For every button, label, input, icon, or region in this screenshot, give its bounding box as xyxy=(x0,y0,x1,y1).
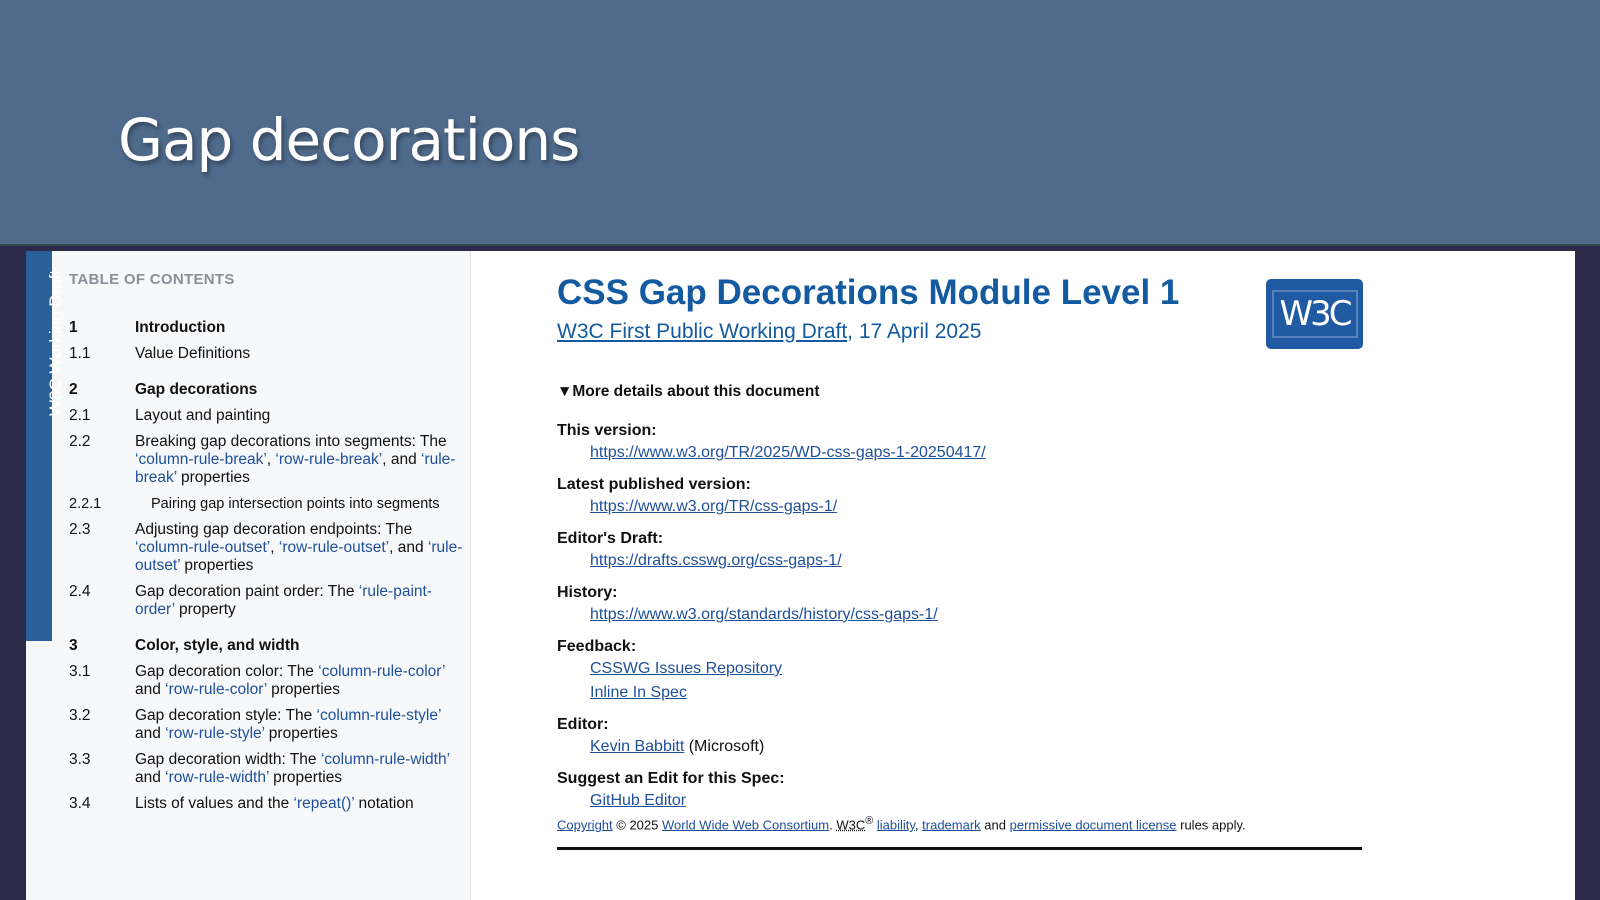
toc-entry[interactable]: 3.1 Gap decoration color: The ‘column-rul… xyxy=(69,663,464,699)
copyright-link[interactable]: Copyright xyxy=(557,817,613,832)
toc-heading: TABLE OF CONTENTS xyxy=(69,271,235,288)
spec-subtitle: W3C First Public Working Draft, 17 April… xyxy=(557,320,981,344)
table-of-contents: W3C Working Draft TABLE OF CONTENTS 1 Int… xyxy=(26,251,471,900)
property-link[interactable]: ‘column-rule-break’ xyxy=(135,451,267,468)
registered-mark: ® xyxy=(865,815,874,827)
details-value: Inline In Spec xyxy=(557,681,1377,705)
details-link[interactable]: GitHub Editor xyxy=(590,792,686,809)
details-value: https://www.w3.org/standards/history/css… xyxy=(557,603,1377,627)
toc-entry-number: 1.1 xyxy=(69,345,91,362)
toc-entry[interactable]: 2.3 Adjusting gap decoration endpoints: T… xyxy=(69,521,464,575)
toc-entry[interactable]: 2.2 Breaking gap decorations into segment… xyxy=(69,433,464,487)
details-link[interactable]: Inline In Spec xyxy=(590,684,687,701)
toc-entry-text[interactable]: Gap decoration style: The ‘column-rule-s… xyxy=(135,707,464,743)
toc-entry-text[interactable]: Pairing gap intersection points into seg… xyxy=(151,495,440,513)
toc-entry-text[interactable]: Value Definitions xyxy=(135,345,250,363)
details-value: GitHub Editor xyxy=(557,789,1377,813)
spec-date: , 17 April 2025 xyxy=(847,320,982,343)
working-draft-ribbon: W3C Working Draft xyxy=(26,251,65,641)
toc-entry-number: 3.4 xyxy=(69,795,91,812)
toc-entry-text[interactable]: Breaking gap decorations into segments: … xyxy=(135,433,464,487)
toc-entry-text[interactable]: Adjusting gap decoration endpoints: The … xyxy=(135,521,464,575)
property-link[interactable]: ‘column-rule-width’ xyxy=(321,751,450,768)
toc-list: 1 Introduction 1.1 Value Definitions 2 Gap de… xyxy=(69,319,464,821)
spec-title: CSS Gap Decorations Module Level 1 xyxy=(557,273,1180,312)
toc-entry[interactable]: 2 Gap decorations xyxy=(69,381,464,399)
toc-entry-number: 3.2 xyxy=(69,707,91,724)
details-term: Editor: xyxy=(557,716,609,733)
toc-entry-number: 1 xyxy=(69,319,78,336)
w3c-logo[interactable]: W3C xyxy=(1266,279,1363,349)
toc-entry-number: 3.3 xyxy=(69,751,91,768)
details-value: https://www.w3.org/TR/css-gaps-1/ xyxy=(557,495,1377,519)
toc-entry-text[interactable]: Gap decorations xyxy=(135,381,257,399)
property-link[interactable]: ‘column-rule-outset’ xyxy=(135,539,270,556)
details-value: https://www.w3.org/TR/2025/WD-css-gaps-1… xyxy=(557,441,1377,465)
toc-entry-text[interactable]: Gap decoration width: The ‘column-rule-w… xyxy=(135,751,464,787)
property-link[interactable]: ‘column-rule-color’ xyxy=(318,663,445,680)
toc-entry-text[interactable]: Introduction xyxy=(135,319,225,337)
property-link[interactable]: ‘row-rule-outset’ xyxy=(279,539,389,556)
toc-entry-number: 2 xyxy=(69,381,78,398)
toc-entry-number: 2.3 xyxy=(69,521,91,538)
toc-entry[interactable]: 3.3 Gap decoration width: The ‘column-rul… xyxy=(69,751,464,787)
details-link[interactable]: https://www.w3.org/standards/history/css… xyxy=(590,606,938,623)
copyright-link[interactable]: trademark xyxy=(922,817,981,832)
toc-entry[interactable]: 2.4 Gap decoration paint order: The ‘rule… xyxy=(69,583,464,619)
details-link[interactable]: https://www.w3.org/TR/2025/WD-css-gaps-1… xyxy=(590,444,986,461)
details-link[interactable]: https://www.w3.org/TR/css-gaps-1/ xyxy=(590,498,837,515)
toc-entry-number: 2.2.1 xyxy=(69,496,102,512)
copyright-link[interactable]: permissive document license xyxy=(1010,817,1177,832)
details-term: Feedback: xyxy=(557,638,637,655)
toc-entry[interactable]: 1.1 Value Definitions xyxy=(69,345,464,363)
toc-entry[interactable]: 1 Introduction xyxy=(69,319,464,337)
details-term: This version: xyxy=(557,422,657,439)
toc-entry[interactable]: 2.1 Layout and painting xyxy=(69,407,464,425)
copyright-link[interactable]: World Wide Web Consortium xyxy=(662,817,829,832)
toc-entry-text[interactable]: Gap decoration paint order: The ‘rule-pa… xyxy=(135,583,464,619)
details-link[interactable]: Kevin Babbitt xyxy=(590,738,684,755)
w3c-logo-text: W3C xyxy=(1271,290,1358,338)
property-link[interactable]: ‘row-rule-width’ xyxy=(165,769,269,786)
details-term: Suggest an Edit for this Spec: xyxy=(557,770,785,787)
toc-entry-number: 3.1 xyxy=(69,663,91,680)
property-link[interactable]: ‘column-rule-style’ xyxy=(317,707,441,724)
copyright-notice: Copyright © 2025 World Wide Web Consorti… xyxy=(557,815,1246,833)
toc-entry-number: 2.2 xyxy=(69,433,91,450)
w3c-abbr: W3C xyxy=(836,817,866,833)
toc-entry[interactable]: 3.4 Lists of values and the ‘repeat()’ no… xyxy=(69,795,464,813)
details-term: Editor's Draft: xyxy=(557,530,664,547)
details-value: Kevin Babbitt (Microsoft) xyxy=(590,738,765,755)
toc-entry-number: 2.1 xyxy=(69,407,91,424)
working-draft-ribbon-label: W3C Working Draft xyxy=(46,269,65,416)
toc-entry[interactable]: 3 Color, style, and width xyxy=(69,637,464,655)
property-link[interactable]: ‘row-rule-style’ xyxy=(165,725,264,742)
details-link[interactable]: https://drafts.csswg.org/css-gaps-1/ xyxy=(590,552,842,569)
property-link[interactable]: ‘row-rule-color’ xyxy=(165,681,267,698)
details-term: Latest published version: xyxy=(557,476,751,493)
toc-entry-text[interactable]: Layout and painting xyxy=(135,407,270,425)
slide-title: Gap decorations xyxy=(118,106,580,174)
details-list: This version: https://www.w3.org/TR/2025/… xyxy=(557,421,1377,813)
details-value: CSSWG Issues Repository xyxy=(557,657,1377,681)
property-link[interactable]: ‘repeat()’ xyxy=(294,795,355,812)
toc-entry[interactable]: 2.2.1 Pairing gap intersection points int… xyxy=(69,495,464,513)
details-toggle[interactable]: ▼More details about this document xyxy=(557,383,820,401)
toc-entry-text[interactable]: Color, style, and width xyxy=(135,637,300,655)
details-value: https://drafts.csswg.org/css-gaps-1/ xyxy=(557,549,1377,573)
details-link[interactable]: CSSWG Issues Repository xyxy=(590,660,782,677)
toc-entry-text[interactable]: Gap decoration color: The ‘column-rule-c… xyxy=(135,663,464,699)
property-link[interactable]: ‘row-rule-break’ xyxy=(275,451,382,468)
toc-entry-number: 2.4 xyxy=(69,583,91,600)
copyright-link[interactable]: liability xyxy=(877,817,915,832)
toc-entry-number: 3 xyxy=(69,637,78,654)
property-link[interactable]: ‘rule-paint-order’ xyxy=(135,583,432,618)
toc-entry-text[interactable]: Lists of values and the ‘repeat()’ notat… xyxy=(135,795,414,813)
spec-screenshot: W3C Working Draft TABLE OF CONTENTS 1 Int… xyxy=(26,251,1575,900)
slide-header: Gap decorations xyxy=(0,0,1600,246)
details-term: History: xyxy=(557,584,618,601)
maturity-link[interactable]: W3C First Public Working Draft xyxy=(557,320,847,343)
divider xyxy=(557,847,1362,850)
toc-entry[interactable]: 3.2 Gap decoration style: The ‘column-rul… xyxy=(69,707,464,743)
